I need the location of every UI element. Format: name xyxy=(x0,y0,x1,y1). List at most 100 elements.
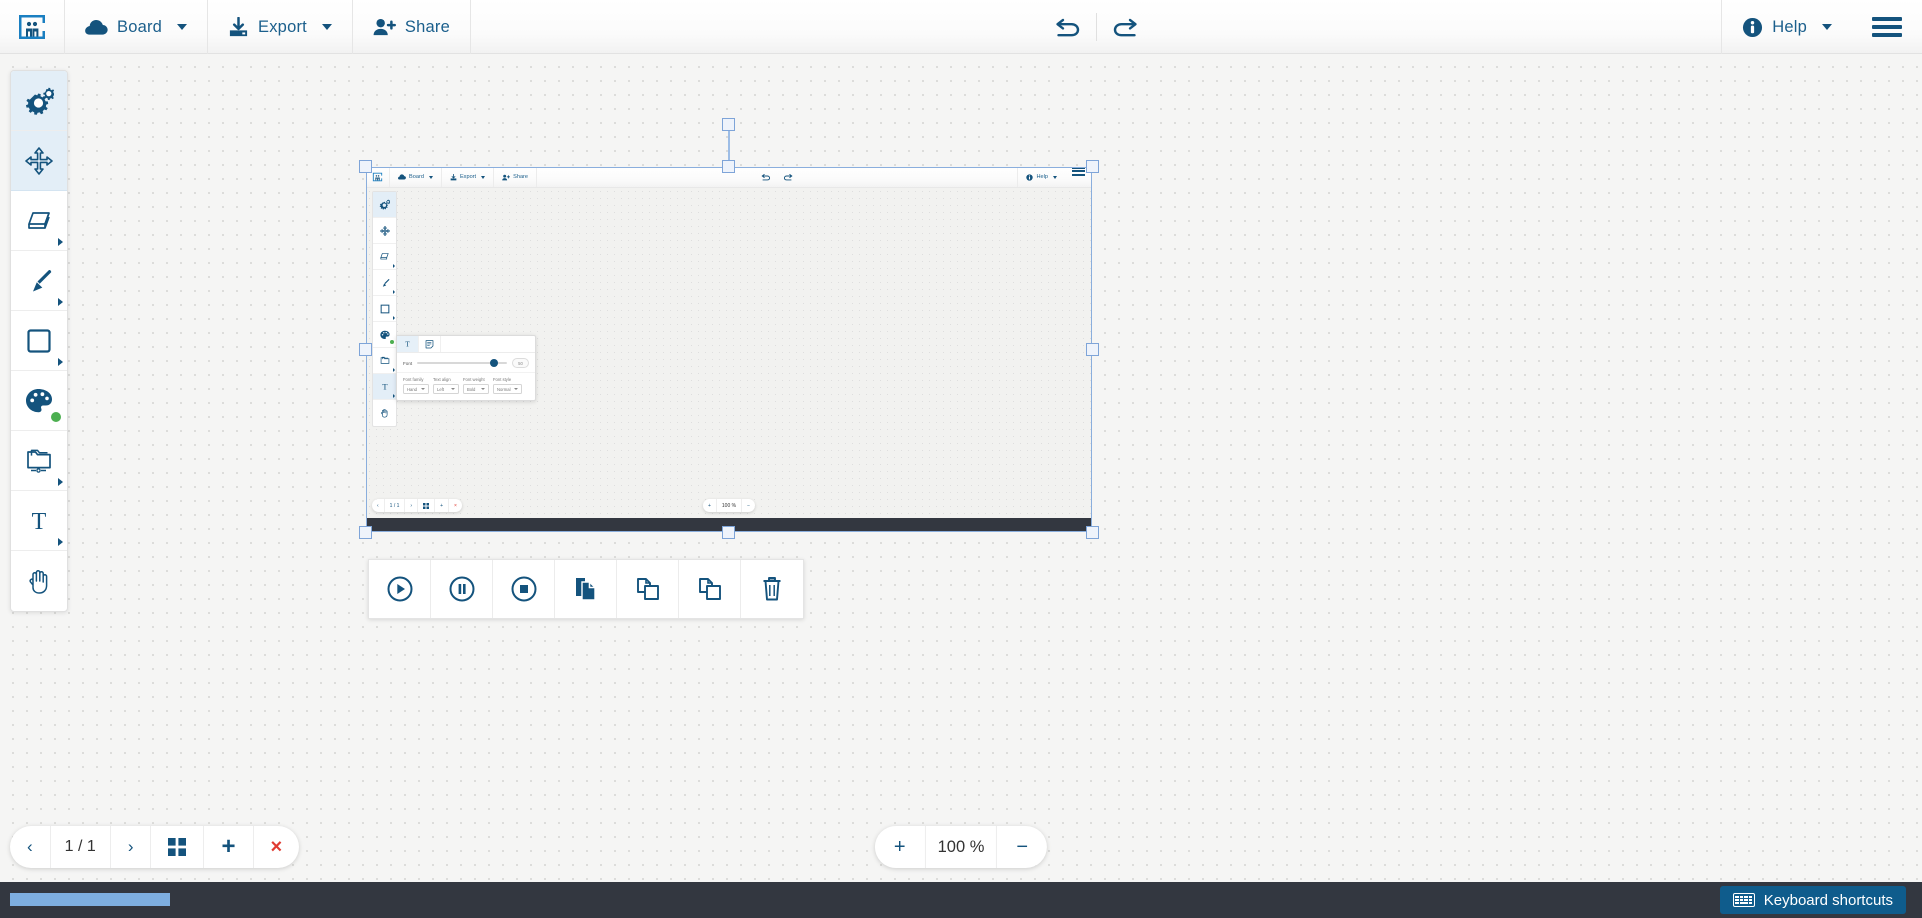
font-style-label: Font style xyxy=(493,377,512,382)
tool-shape[interactable] xyxy=(11,311,67,371)
font-style-group: Font style Normal xyxy=(493,377,522,394)
embedded-grid-view-button[interactable] xyxy=(418,499,436,512)
board-menu-label: Board xyxy=(117,17,163,36)
embedded-tool-settings[interactable] xyxy=(373,192,396,218)
resize-handle-bottom-center[interactable] xyxy=(722,526,735,539)
resize-handle-bottom-right[interactable] xyxy=(1086,526,1099,539)
cloud-icon xyxy=(85,19,108,35)
main-menu-button[interactable] xyxy=(1852,0,1922,54)
folder-icon xyxy=(27,449,51,473)
text-align-select[interactable]: Left xyxy=(433,384,459,394)
palette-icon xyxy=(379,330,390,339)
embedded-tool-color[interactable] xyxy=(373,322,396,348)
embedded-tool-pan[interactable] xyxy=(373,400,396,426)
tool-text[interactable]: T xyxy=(11,491,67,551)
app-logo[interactable] xyxy=(0,0,65,54)
embedded-tool-text[interactable]: T xyxy=(373,374,396,400)
media-control-toolbar xyxy=(368,559,804,619)
chevron-down-icon xyxy=(1822,24,1833,30)
tab-text[interactable]: T xyxy=(397,336,419,352)
resize-handle-top-left[interactable] xyxy=(359,160,372,173)
font-weight-select[interactable]: Bold xyxy=(463,384,489,394)
tool-settings[interactable] xyxy=(11,71,67,131)
move-arrows-icon xyxy=(25,146,53,175)
media-play-button[interactable] xyxy=(369,560,431,618)
tool-pan[interactable] xyxy=(11,551,67,611)
tool-media[interactable] xyxy=(11,431,67,491)
text-t-icon: T xyxy=(382,382,388,392)
keyboard-icon xyxy=(1732,893,1755,907)
chevron-down-icon xyxy=(451,388,455,390)
tab-sticky-note[interactable] xyxy=(419,336,441,352)
export-menu-button[interactable]: Export xyxy=(208,0,353,54)
embedded-next-page-button[interactable]: › xyxy=(405,499,419,512)
tool-eraser[interactable] xyxy=(11,191,67,251)
resize-handle-top-center[interactable] xyxy=(722,160,735,173)
share-button[interactable]: Share xyxy=(353,0,471,54)
resize-handle-bottom-left[interactable] xyxy=(359,526,372,539)
resize-handle-top-right[interactable] xyxy=(1086,160,1099,173)
keyboard-shortcuts-label: Keyboard shortcuts xyxy=(1763,891,1893,909)
toolbar-spacer-left xyxy=(471,0,1040,53)
media-delete-button[interactable] xyxy=(741,560,803,618)
embedded-tool-move[interactable] xyxy=(373,218,396,244)
resize-handle-middle-left[interactable] xyxy=(359,342,372,356)
font-style-select[interactable]: Normal xyxy=(493,384,522,394)
undo-button[interactable] xyxy=(1040,0,1096,54)
svg-text:T: T xyxy=(32,509,47,534)
font-size-slider[interactable] xyxy=(417,358,507,368)
media-copy-button[interactable] xyxy=(555,560,617,618)
text-options-popup: T Font 50 Font family Hand Text align Le… xyxy=(396,335,536,401)
resize-handle-middle-right[interactable] xyxy=(1086,342,1099,356)
gears-icon xyxy=(379,199,390,210)
submenu-arrow-icon xyxy=(392,263,395,268)
embedded-zoom-in-button[interactable]: + xyxy=(703,499,717,512)
top-toolbar: Board Export Share Help xyxy=(0,0,1922,54)
media-duplicate-alt-button[interactable] xyxy=(679,560,741,618)
media-pause-button[interactable] xyxy=(431,560,493,618)
zoom-in-button[interactable]: + xyxy=(875,826,926,868)
embedded-tool-brush[interactable] xyxy=(373,270,396,296)
keyboard-shortcuts-button[interactable]: Keyboard shortcuts xyxy=(1719,886,1906,914)
tool-brush[interactable] xyxy=(11,251,67,311)
add-page-button[interactable]: + xyxy=(204,826,254,868)
redo-button[interactable] xyxy=(1097,0,1153,54)
tool-move[interactable] xyxy=(11,131,67,191)
board-menu-button[interactable]: Board xyxy=(65,0,209,54)
selected-object[interactable]: Board Export Share Help T T Font 50 Font… xyxy=(359,118,1099,539)
svg-text:T: T xyxy=(382,382,388,392)
embedded-zoom-control: + 100 % − xyxy=(702,499,756,512)
redo-icon xyxy=(1113,18,1137,36)
slider-knob[interactable] xyxy=(489,358,498,368)
toolbar-spacer-right xyxy=(1153,0,1722,53)
zoom-out-button[interactable]: − xyxy=(997,826,1047,868)
font-style-value: Normal xyxy=(497,386,511,392)
font-weight-group: Font weight Bold xyxy=(463,377,489,394)
tool-color[interactable] xyxy=(11,371,67,431)
page-navigation: ‹ 1 / 1 › + × xyxy=(10,826,300,868)
embedded-add-page-button[interactable]: + xyxy=(435,499,449,512)
square-icon xyxy=(27,328,51,353)
embedded-zoom-value: 100 % xyxy=(717,499,743,512)
font-family-select[interactable]: Hand xyxy=(403,384,429,394)
embedded-zoom-out-button[interactable]: − xyxy=(742,499,755,512)
help-button[interactable]: Help xyxy=(1721,0,1852,54)
embedded-tool-shape[interactable] xyxy=(373,296,396,322)
embedded-delete-page-button[interactable]: × xyxy=(449,499,462,512)
media-duplicate-button[interactable] xyxy=(617,560,679,618)
media-stop-button[interactable] xyxy=(493,560,555,618)
hamburger-icon xyxy=(1872,17,1903,37)
rotate-handle[interactable] xyxy=(722,118,735,131)
delete-page-button[interactable]: × xyxy=(254,826,300,868)
embedded-prev-page-button[interactable]: ‹ xyxy=(372,499,385,512)
folder-icon xyxy=(380,356,389,364)
embedded-tool-eraser[interactable] xyxy=(373,244,396,270)
trash-icon xyxy=(763,577,781,601)
text-t-icon: T xyxy=(405,340,410,348)
duplicate-icon xyxy=(698,578,721,600)
embedded-tool-media[interactable] xyxy=(373,348,396,374)
next-page-button[interactable]: › xyxy=(111,826,152,868)
prev-page-button[interactable]: ‹ xyxy=(10,826,51,868)
grid-view-button[interactable] xyxy=(151,826,205,868)
submenu-arrow-icon xyxy=(392,393,395,398)
